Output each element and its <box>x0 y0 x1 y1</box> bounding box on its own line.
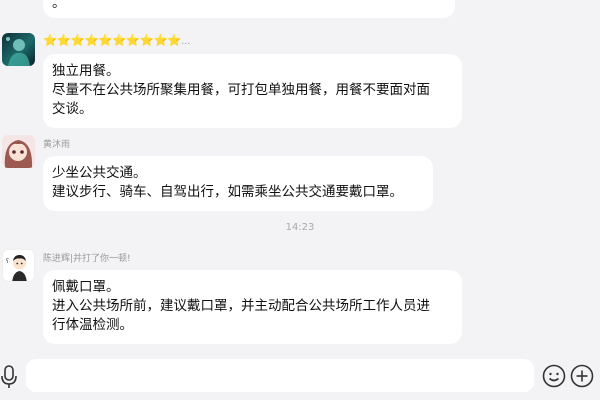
message-text: 交谈。 <box>52 101 93 117</box>
badge-overflow-text: … <box>181 37 191 47</box>
microphone-icon[interactable] <box>0 365 18 393</box>
sender-name: 黄沐雨 <box>43 140 71 150</box>
message-text: 尽量不在公共场所聚集用餐，可打包单独用餐，用餐不要面对面 <box>52 82 430 98</box>
message-text: 行体温检测。 <box>52 317 133 333</box>
star-badge-icons: ⭐⭐⭐⭐⭐⭐⭐⭐⭐⭐ <box>43 33 182 47</box>
avatar-image <box>4 140 33 168</box>
member-badge: ⭐⭐⭐⭐⭐⭐⭐⭐⭐⭐… <box>43 33 190 47</box>
sender-name: 陈进辉|并打了你一顿! <box>43 254 131 264</box>
plus-icon[interactable] <box>570 364 594 392</box>
avatar[interactable]: ʕ <box>2 249 35 282</box>
message-text: 建议步行、骑车、自驾出行，如需乘坐公共交通要戴口罩。 <box>52 184 403 200</box>
chat-input-bar <box>0 354 600 400</box>
avatar[interactable] <box>2 135 35 168</box>
message-text: 。 <box>52 0 66 11</box>
message-text: 少坐公共交通。 <box>52 165 147 181</box>
message-text: 独立用餐。 <box>52 63 120 79</box>
message-input[interactable] <box>26 359 534 392</box>
svg-text:ʕ: ʕ <box>6 258 9 265</box>
message-text: 佩戴口罩。 <box>52 279 120 295</box>
message-bubble[interactable]: 少坐公共交通。 建议步行、骑车、自驾出行，如需乘坐公共交通要戴口罩。 <box>43 156 433 211</box>
avatar-image <box>6 37 30 66</box>
avatar[interactable] <box>2 33 35 66</box>
avatar-image: ʕ <box>6 255 27 281</box>
timestamp: 14:23 <box>285 222 315 233</box>
message-bubble[interactable]: 。 <box>43 0 455 18</box>
message-bubble[interactable]: 佩戴口罩。 进入公共场所前，建议戴口罩，并主动配合公共场所工作人员进 行体温检测… <box>43 270 462 344</box>
message-bubble[interactable]: 独立用餐。 尽量不在公共场所聚集用餐，可打包单独用餐，用餐不要面对面 交谈。 <box>43 54 462 128</box>
emoji-icon[interactable] <box>542 364 566 392</box>
message-text: 进入公共场所前，建议戴口罩，并主动配合公共场所工作人员进 <box>52 298 430 314</box>
